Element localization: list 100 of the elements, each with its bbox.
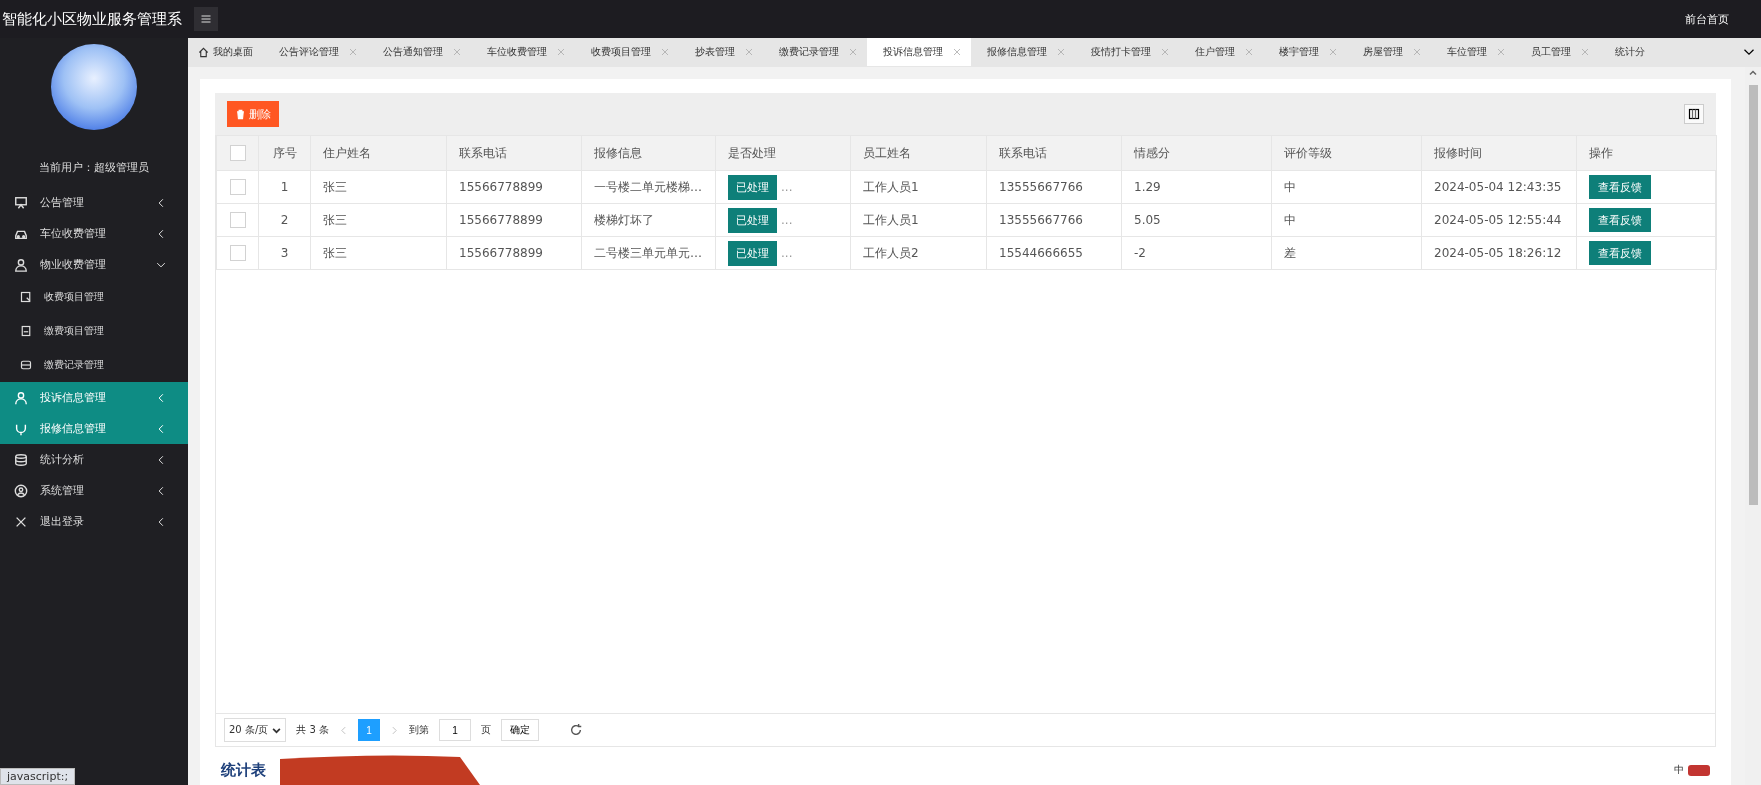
column-header: 报修时间 (1421, 135, 1577, 171)
column-header: 情感分 (1121, 135, 1272, 171)
tab[interactable]: 员工管理 (1515, 38, 1599, 66)
checkbox[interactable] (229, 179, 246, 195)
close-icon (1413, 48, 1421, 56)
close-icon (557, 48, 565, 56)
sidebar-subitem[interactable]: 收费项目管理 (0, 280, 188, 314)
columns-icon (1688, 108, 1700, 120)
sidebar-item[interactable]: 退出登录 (0, 506, 188, 537)
refresh-icon[interactable] (569, 723, 583, 737)
document-icon (20, 325, 32, 337)
more-text: ... (781, 245, 793, 260)
columns-button[interactable] (1684, 104, 1704, 124)
column-header: 住户姓名 (310, 135, 447, 171)
tab[interactable]: 车位管理 (1431, 38, 1515, 66)
document-icon (20, 359, 32, 371)
table-cell: 1.29 (1121, 170, 1272, 204)
close-icon (1497, 48, 1505, 56)
database-icon (14, 452, 28, 467)
caret-down-icon (272, 725, 282, 735)
document-icon (20, 291, 32, 303)
column-header: 联系电话 (446, 135, 582, 171)
status-tag: 已处理 (728, 240, 777, 266)
status-bar-text: javascript:; (0, 768, 76, 785)
menu-button[interactable] (194, 7, 218, 31)
sidebar-item[interactable]: 报修信息管理 (0, 413, 188, 444)
page-input[interactable]: 1 (439, 719, 471, 741)
table-cell: 二号楼三单元单元… (581, 236, 716, 270)
more-text: ... (781, 179, 793, 194)
page-size-select[interactable]: 20 条/页 (224, 718, 287, 742)
tab[interactable]: 住户管理 (1179, 38, 1263, 66)
app-title: 智能化小区物业服务管理系 (1, 9, 182, 29)
table-cell: 1 (258, 170, 311, 204)
page-unit: 页 (481, 723, 491, 737)
legend-label: 中 (1674, 763, 1684, 777)
table-cell: 张三 (310, 236, 447, 270)
tab[interactable]: 车位收费管理 (471, 38, 575, 66)
column-header: 序号 (258, 135, 311, 171)
view-feedback-button[interactable]: 查看反馈 (1589, 175, 1651, 199)
tab[interactable]: 疫情打卡管理 (1075, 38, 1179, 66)
table-cell: 15566778899 (446, 170, 582, 204)
more-text: ... (781, 212, 793, 227)
total-count: 共 3 条 (296, 723, 329, 737)
table-cell: 15566778899 (446, 203, 582, 237)
checkbox[interactable] (229, 145, 246, 161)
table-cell: 5.05 (1121, 203, 1272, 237)
user-icon (14, 390, 28, 405)
table-cell: 中 (1271, 203, 1422, 237)
chevron-left-icon (156, 228, 166, 239)
table-cell: 工作人员2 (850, 236, 987, 270)
status-tag: 已处理 (728, 207, 777, 233)
close-icon (1581, 48, 1589, 56)
chevron-left-icon (156, 516, 166, 527)
table-cell: 15566778899 (446, 236, 582, 270)
view-feedback-button[interactable]: 查看反馈 (1589, 208, 1651, 232)
sidebar-item[interactable]: 物业收费管理 (0, 249, 188, 280)
menu-icon (200, 13, 212, 25)
scrollbar-thumb[interactable] (1748, 85, 1758, 505)
table-cell: 13555667766 (986, 203, 1122, 237)
close-icon (1057, 48, 1065, 56)
tab[interactable]: 报修信息管理 (971, 38, 1075, 66)
confirm-button[interactable]: 确定 (501, 719, 539, 741)
tab[interactable]: 抄表管理 (679, 38, 763, 66)
sidebar-item[interactable]: 车位收费管理 (0, 218, 188, 249)
chevron-left-icon (156, 197, 166, 208)
tab[interactable]: 公告评论管理 (263, 38, 367, 66)
table-cell: 2024-05-05 12:55:44 (1421, 203, 1577, 237)
tab[interactable]: 房屋管理 (1347, 38, 1431, 66)
sidebar-item[interactable]: 统计分析 (0, 444, 188, 475)
tab[interactable]: 收费项目管理 (575, 38, 679, 66)
checkbox[interactable] (229, 212, 246, 228)
close-icon (349, 48, 357, 56)
close-icon (953, 48, 961, 56)
chart-title: 统计表 (221, 760, 266, 780)
chevron-left-icon (156, 423, 166, 434)
tab[interactable]: 投诉信息管理 (867, 38, 971, 66)
column-header: 联系电话 (986, 135, 1122, 171)
sidebar-item[interactable]: 投诉信息管理 (0, 382, 188, 413)
checkbox[interactable] (229, 245, 246, 261)
close-icon (1245, 48, 1253, 56)
table-cell: 15544666655 (986, 236, 1122, 270)
tab[interactable]: 我的桌面 (188, 38, 263, 66)
home-link[interactable]: 前台首页 (1685, 11, 1729, 27)
tab[interactable]: 统计分 (1599, 38, 1649, 66)
chevron-left-icon (156, 392, 166, 403)
home-icon (198, 46, 209, 58)
table-cell: 2024-05-05 18:26:12 (1421, 236, 1577, 270)
sidebar-item[interactable]: 公告管理 (0, 187, 188, 218)
table-cell: 3 (258, 236, 311, 270)
table-cell: 2024-05-04 12:43:35 (1421, 170, 1577, 204)
tab[interactable]: 公告通知管理 (367, 38, 471, 66)
tab[interactable]: 缴费记录管理 (763, 38, 867, 66)
tab[interactable]: 楼宇管理 (1263, 38, 1347, 66)
table-cell: 张三 (310, 170, 447, 204)
sidebar-item[interactable]: 系统管理 (0, 475, 188, 506)
chevron-left-icon (339, 725, 348, 735)
sidebar-subitem[interactable]: 缴费项目管理 (0, 314, 188, 348)
sidebar-subitem[interactable]: 缴费记录管理 (0, 348, 188, 382)
view-feedback-button[interactable]: 查看反馈 (1589, 241, 1651, 265)
table-cell: 张三 (310, 203, 447, 237)
